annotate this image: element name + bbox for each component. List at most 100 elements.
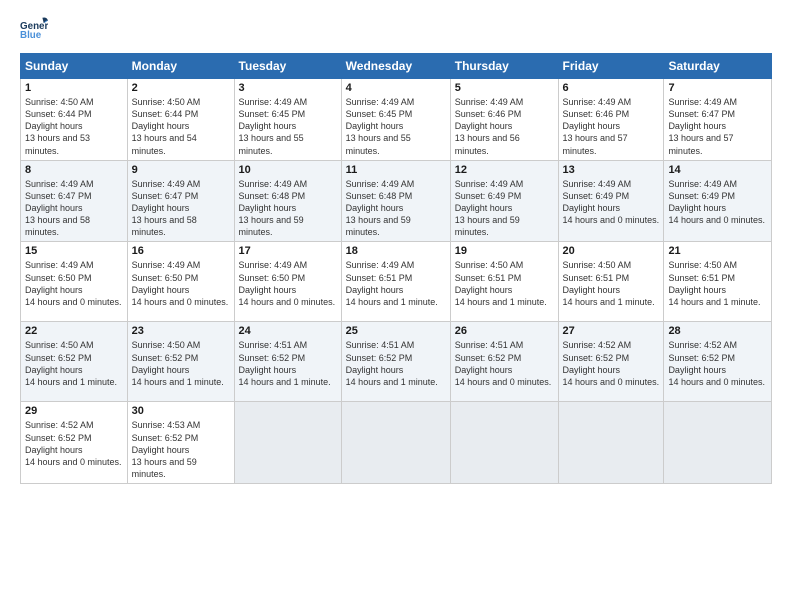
day-number: 20 bbox=[563, 245, 660, 257]
day-number: 25 bbox=[346, 325, 446, 337]
day-info: Sunrise: 4:49 AM Sunset: 6:50 PM Dayligh… bbox=[132, 259, 230, 308]
weekday-header-saturday: Saturday bbox=[664, 54, 772, 79]
day-info: Sunrise: 4:52 AM Sunset: 6:52 PM Dayligh… bbox=[25, 419, 123, 468]
day-info: Sunrise: 4:50 AM Sunset: 6:51 PM Dayligh… bbox=[563, 259, 660, 308]
calendar-cell: 30 Sunrise: 4:53 AM Sunset: 6:52 PM Dayl… bbox=[127, 402, 234, 484]
calendar-cell: 2 Sunrise: 4:50 AM Sunset: 6:44 PM Dayli… bbox=[127, 79, 234, 161]
day-info: Sunrise: 4:52 AM Sunset: 6:52 PM Dayligh… bbox=[563, 339, 660, 388]
svg-text:Blue: Blue bbox=[20, 30, 42, 41]
day-info: Sunrise: 4:49 AM Sunset: 6:45 PM Dayligh… bbox=[346, 96, 446, 157]
calendar-week-row: 8 Sunrise: 4:49 AM Sunset: 6:47 PM Dayli… bbox=[21, 160, 772, 242]
day-number: 18 bbox=[346, 245, 446, 257]
day-info: Sunrise: 4:52 AM Sunset: 6:52 PM Dayligh… bbox=[668, 339, 767, 388]
day-number: 19 bbox=[455, 245, 554, 257]
header: General Blue bbox=[20, 15, 772, 43]
day-number: 8 bbox=[25, 164, 123, 176]
day-info: Sunrise: 4:49 AM Sunset: 6:47 PM Dayligh… bbox=[25, 178, 123, 239]
calendar-week-row: 1 Sunrise: 4:50 AM Sunset: 6:44 PM Dayli… bbox=[21, 79, 772, 161]
weekday-header-wednesday: Wednesday bbox=[341, 54, 450, 79]
day-info: Sunrise: 4:50 AM Sunset: 6:44 PM Dayligh… bbox=[132, 96, 230, 157]
calendar-cell bbox=[450, 402, 558, 484]
day-number: 9 bbox=[132, 164, 230, 176]
day-info: Sunrise: 4:50 AM Sunset: 6:52 PM Dayligh… bbox=[132, 339, 230, 388]
weekday-header-friday: Friday bbox=[558, 54, 664, 79]
calendar-cell: 29 Sunrise: 4:52 AM Sunset: 6:52 PM Dayl… bbox=[21, 402, 128, 484]
calendar-cell: 26 Sunrise: 4:51 AM Sunset: 6:52 PM Dayl… bbox=[450, 322, 558, 402]
day-info: Sunrise: 4:50 AM Sunset: 6:44 PM Dayligh… bbox=[25, 96, 123, 157]
calendar-cell: 18 Sunrise: 4:49 AM Sunset: 6:51 PM Dayl… bbox=[341, 242, 450, 322]
day-number: 7 bbox=[668, 82, 767, 94]
calendar-cell: 13 Sunrise: 4:49 AM Sunset: 6:49 PM Dayl… bbox=[558, 160, 664, 242]
day-number: 12 bbox=[455, 164, 554, 176]
calendar-cell: 11 Sunrise: 4:49 AM Sunset: 6:48 PM Dayl… bbox=[341, 160, 450, 242]
day-info: Sunrise: 4:50 AM Sunset: 6:52 PM Dayligh… bbox=[25, 339, 123, 388]
day-number: 17 bbox=[239, 245, 337, 257]
day-number: 15 bbox=[25, 245, 123, 257]
day-number: 28 bbox=[668, 325, 767, 337]
day-info: Sunrise: 4:49 AM Sunset: 6:49 PM Dayligh… bbox=[455, 178, 554, 239]
day-info: Sunrise: 4:49 AM Sunset: 6:46 PM Dayligh… bbox=[455, 96, 554, 157]
calendar-page: General Blue SundayMondayTuesdayWednesda… bbox=[0, 0, 792, 612]
calendar-cell bbox=[234, 402, 341, 484]
day-info: Sunrise: 4:49 AM Sunset: 6:48 PM Dayligh… bbox=[239, 178, 337, 239]
day-number: 16 bbox=[132, 245, 230, 257]
day-info: Sunrise: 4:49 AM Sunset: 6:49 PM Dayligh… bbox=[563, 178, 660, 227]
calendar-cell: 10 Sunrise: 4:49 AM Sunset: 6:48 PM Dayl… bbox=[234, 160, 341, 242]
calendar-cell: 3 Sunrise: 4:49 AM Sunset: 6:45 PM Dayli… bbox=[234, 79, 341, 161]
calendar-table: SundayMondayTuesdayWednesdayThursdayFrid… bbox=[20, 53, 772, 484]
day-number: 3 bbox=[239, 82, 337, 94]
day-info: Sunrise: 4:49 AM Sunset: 6:51 PM Dayligh… bbox=[346, 259, 446, 308]
day-number: 10 bbox=[239, 164, 337, 176]
day-number: 1 bbox=[25, 82, 123, 94]
day-info: Sunrise: 4:51 AM Sunset: 6:52 PM Dayligh… bbox=[346, 339, 446, 388]
calendar-cell: 16 Sunrise: 4:49 AM Sunset: 6:50 PM Dayl… bbox=[127, 242, 234, 322]
day-info: Sunrise: 4:49 AM Sunset: 6:50 PM Dayligh… bbox=[25, 259, 123, 308]
weekday-header-monday: Monday bbox=[127, 54, 234, 79]
calendar-cell: 1 Sunrise: 4:50 AM Sunset: 6:44 PM Dayli… bbox=[21, 79, 128, 161]
day-number: 24 bbox=[239, 325, 337, 337]
calendar-cell: 23 Sunrise: 4:50 AM Sunset: 6:52 PM Dayl… bbox=[127, 322, 234, 402]
calendar-cell: 4 Sunrise: 4:49 AM Sunset: 6:45 PM Dayli… bbox=[341, 79, 450, 161]
logo: General Blue bbox=[20, 15, 52, 43]
calendar-cell: 9 Sunrise: 4:49 AM Sunset: 6:47 PM Dayli… bbox=[127, 160, 234, 242]
day-number: 23 bbox=[132, 325, 230, 337]
calendar-cell: 7 Sunrise: 4:49 AM Sunset: 6:47 PM Dayli… bbox=[664, 79, 772, 161]
calendar-cell: 8 Sunrise: 4:49 AM Sunset: 6:47 PM Dayli… bbox=[21, 160, 128, 242]
day-info: Sunrise: 4:51 AM Sunset: 6:52 PM Dayligh… bbox=[455, 339, 554, 388]
calendar-cell: 19 Sunrise: 4:50 AM Sunset: 6:51 PM Dayl… bbox=[450, 242, 558, 322]
day-info: Sunrise: 4:49 AM Sunset: 6:50 PM Dayligh… bbox=[239, 259, 337, 308]
calendar-cell: 6 Sunrise: 4:49 AM Sunset: 6:46 PM Dayli… bbox=[558, 79, 664, 161]
calendar-cell: 25 Sunrise: 4:51 AM Sunset: 6:52 PM Dayl… bbox=[341, 322, 450, 402]
calendar-cell: 12 Sunrise: 4:49 AM Sunset: 6:49 PM Dayl… bbox=[450, 160, 558, 242]
calendar-cell: 24 Sunrise: 4:51 AM Sunset: 6:52 PM Dayl… bbox=[234, 322, 341, 402]
day-number: 11 bbox=[346, 164, 446, 176]
day-number: 21 bbox=[668, 245, 767, 257]
calendar-cell: 21 Sunrise: 4:50 AM Sunset: 6:51 PM Dayl… bbox=[664, 242, 772, 322]
calendar-week-row: 29 Sunrise: 4:52 AM Sunset: 6:52 PM Dayl… bbox=[21, 402, 772, 484]
calendar-cell: 20 Sunrise: 4:50 AM Sunset: 6:51 PM Dayl… bbox=[558, 242, 664, 322]
day-info: Sunrise: 4:49 AM Sunset: 6:47 PM Dayligh… bbox=[668, 96, 767, 157]
calendar-cell: 22 Sunrise: 4:50 AM Sunset: 6:52 PM Dayl… bbox=[21, 322, 128, 402]
day-info: Sunrise: 4:49 AM Sunset: 6:49 PM Dayligh… bbox=[668, 178, 767, 227]
day-info: Sunrise: 4:49 AM Sunset: 6:48 PM Dayligh… bbox=[346, 178, 446, 239]
day-info: Sunrise: 4:49 AM Sunset: 6:47 PM Dayligh… bbox=[132, 178, 230, 239]
calendar-week-row: 15 Sunrise: 4:49 AM Sunset: 6:50 PM Dayl… bbox=[21, 242, 772, 322]
calendar-cell bbox=[341, 402, 450, 484]
day-number: 5 bbox=[455, 82, 554, 94]
day-info: Sunrise: 4:50 AM Sunset: 6:51 PM Dayligh… bbox=[455, 259, 554, 308]
calendar-cell: 28 Sunrise: 4:52 AM Sunset: 6:52 PM Dayl… bbox=[664, 322, 772, 402]
day-info: Sunrise: 4:51 AM Sunset: 6:52 PM Dayligh… bbox=[239, 339, 337, 388]
calendar-cell: 15 Sunrise: 4:49 AM Sunset: 6:50 PM Dayl… bbox=[21, 242, 128, 322]
day-number: 14 bbox=[668, 164, 767, 176]
weekday-header-tuesday: Tuesday bbox=[234, 54, 341, 79]
calendar-week-row: 22 Sunrise: 4:50 AM Sunset: 6:52 PM Dayl… bbox=[21, 322, 772, 402]
day-number: 2 bbox=[132, 82, 230, 94]
day-number: 30 bbox=[132, 405, 230, 417]
day-info: Sunrise: 4:53 AM Sunset: 6:52 PM Dayligh… bbox=[132, 419, 230, 480]
calendar-cell bbox=[558, 402, 664, 484]
weekday-header-thursday: Thursday bbox=[450, 54, 558, 79]
day-info: Sunrise: 4:49 AM Sunset: 6:46 PM Dayligh… bbox=[563, 96, 660, 157]
day-number: 27 bbox=[563, 325, 660, 337]
calendar-cell: 14 Sunrise: 4:49 AM Sunset: 6:49 PM Dayl… bbox=[664, 160, 772, 242]
day-number: 26 bbox=[455, 325, 554, 337]
